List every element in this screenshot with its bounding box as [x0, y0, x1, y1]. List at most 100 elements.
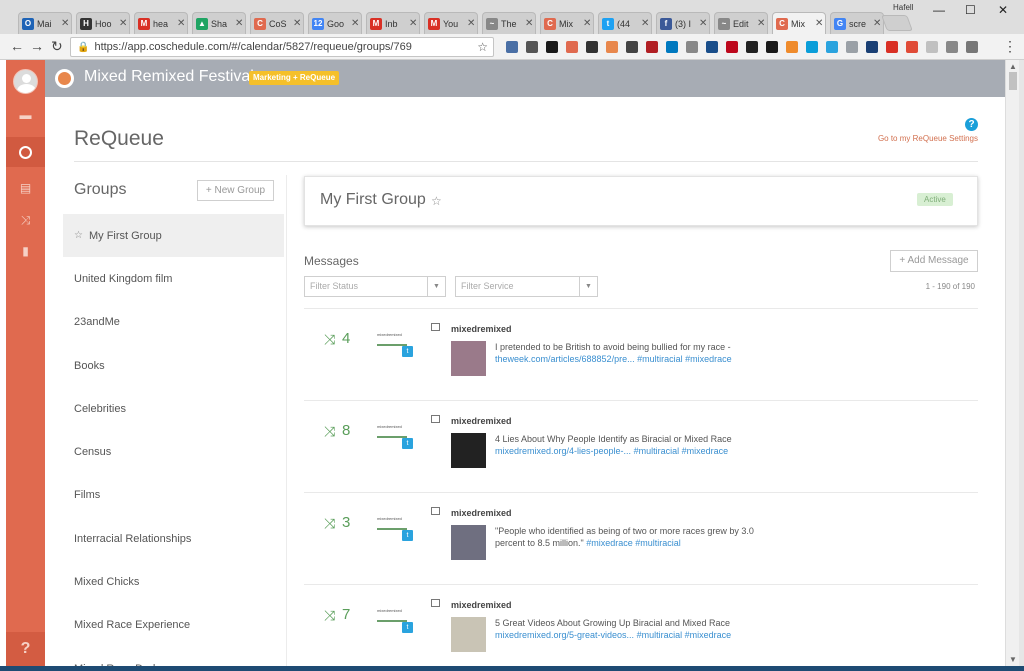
new-group-button[interactable]: + New Group [197, 180, 274, 201]
browser-tab[interactable]: f (3) I ✕ [656, 12, 710, 34]
extension-icon[interactable] [626, 41, 638, 53]
requeue-settings-link[interactable]: Go to my ReQueue Settings [878, 134, 978, 143]
extension-icon[interactable] [746, 41, 758, 53]
scroll-thumb[interactable] [1009, 72, 1017, 90]
message-row[interactable]: ⤨ 7 mixedremixed t mixedremixed 5 Great Video… [304, 584, 978, 666]
browser-tab[interactable]: Gscre ✕ [830, 12, 884, 34]
extension-icon[interactable] [846, 41, 858, 53]
page-scrollbar[interactable]: ▲ ▼ [1005, 60, 1019, 666]
browser-tab[interactable]: M Inb ✕ [366, 12, 420, 34]
extension-icon[interactable] [726, 41, 738, 53]
message-link[interactable]: mixedremixed.org/4-lies-people-... [495, 446, 631, 456]
group-list-item[interactable]: ☆ My First Group [63, 214, 284, 258]
extension-icon[interactable] [786, 41, 798, 53]
extension-icon[interactable] [906, 41, 918, 53]
message-link[interactable]: mixedremixed.org/5-great-videos... [495, 630, 634, 640]
extension-icon[interactable] [666, 41, 678, 53]
message-text[interactable]: "People who identified as being of two o… [495, 525, 755, 549]
group-list-item[interactable]: Mixed Race Experience [63, 604, 284, 647]
extension-icon[interactable] [586, 41, 598, 53]
message-hashtags[interactable]: #mixedrace #multiracial [586, 538, 681, 548]
calendar-icon[interactable] [6, 137, 45, 167]
group-list-item[interactable]: Census [63, 430, 284, 473]
tab-close-icon[interactable]: ✕ [583, 18, 593, 29]
group-name[interactable]: My First Group [320, 191, 426, 209]
tab-close-icon[interactable]: ✕ [467, 18, 477, 29]
tab-close-icon[interactable]: ✕ [641, 18, 651, 29]
profile-name[interactable]: Hafell [893, 3, 913, 12]
group-list-item[interactable]: Films [63, 474, 284, 517]
tab-close-icon[interactable]: ✕ [409, 18, 419, 29]
group-list-item[interactable]: United Kingdom film [63, 257, 284, 300]
tab-close-icon[interactable]: ✕ [61, 18, 71, 29]
help-circle-icon[interactable]: ? [965, 118, 978, 131]
extension-icon[interactable] [526, 41, 538, 53]
help-button[interactable]: ? [6, 632, 45, 666]
extension-icon[interactable] [806, 41, 818, 53]
group-list-item[interactable]: 23andMe [63, 301, 284, 344]
group-list-item[interactable]: Interracial Relationships [63, 517, 284, 560]
address-bar[interactable]: 🔒 https://app.coschedule.com/#/calendar/… [70, 37, 494, 57]
browser-tab[interactable]: C Mix ✕ [772, 12, 826, 34]
browser-tab[interactable]: ▲ Sha ✕ [192, 12, 246, 34]
tab-close-icon[interactable]: ✕ [873, 18, 883, 29]
extension-icon[interactable] [826, 41, 838, 53]
list-icon[interactable]: ▤ [6, 173, 45, 203]
browser-tab[interactable]: C CoS ✕ [250, 12, 304, 34]
status-badge[interactable]: Active [917, 193, 953, 206]
extension-icon[interactable] [546, 41, 558, 53]
message-hashtags[interactable]: #multiracial #mixedrace [634, 446, 729, 456]
browser-menu-icon[interactable]: ⋮ [1003, 39, 1017, 53]
filter-status-select[interactable]: Filter Status ▼ [304, 276, 446, 297]
reload-icon[interactable]: ↻ [51, 39, 63, 53]
browser-tab[interactable]: t (44 ✕ [598, 12, 652, 34]
message-text[interactable]: 4 Lies About Why People Identify as Bira… [495, 433, 755, 457]
browser-tab[interactable]: H Hoo ✕ [76, 12, 130, 34]
tab-close-icon[interactable]: ✕ [351, 18, 361, 29]
message-hashtags[interactable]: #multiracial #mixedrace [637, 354, 732, 364]
extension-icon[interactable] [506, 41, 518, 53]
analytics-icon[interactable]: ▮ [6, 236, 45, 266]
bookmark-star-icon[interactable]: ☆ [477, 40, 488, 54]
message-link[interactable]: theweek.com/articles/688852/pre... [495, 354, 635, 364]
star-icon[interactable]: ☆ [74, 230, 83, 241]
browser-tab[interactable]: Mhea ✕ [134, 12, 188, 34]
message-text[interactable]: 5 Great Videos About Growing Up Biracial… [495, 617, 755, 641]
group-list-item[interactable]: Mixed Chicks [63, 560, 284, 603]
tab-close-icon[interactable]: ✕ [525, 18, 535, 29]
scroll-up-icon[interactable]: ▲ [1009, 62, 1017, 71]
extension-icon[interactable] [966, 41, 978, 53]
message-hashtags[interactable]: #multiracial #mixedrace [637, 630, 732, 640]
shuffle-icon[interactable]: ⤨ [6, 205, 45, 235]
browser-tab[interactable]: 12 Goo ✕ [308, 12, 362, 34]
briefcase-icon[interactable]: ▬ [6, 100, 45, 130]
extension-icon[interactable] [566, 41, 578, 53]
message-text[interactable]: I pretended to be British to avoid being… [495, 341, 755, 365]
add-message-button[interactable]: + Add Message [890, 250, 978, 272]
tab-close-icon[interactable]: ✕ [235, 18, 245, 29]
tab-close-icon[interactable]: ✕ [757, 18, 767, 29]
group-list-item[interactable]: Celebrities [63, 387, 284, 430]
extension-icon[interactable] [886, 41, 898, 53]
extension-icon[interactable] [926, 41, 938, 53]
tab-close-icon[interactable]: ✕ [177, 18, 187, 29]
extension-icon[interactable] [766, 41, 778, 53]
extension-icon[interactable] [866, 41, 878, 53]
calendar-title[interactable]: Mixed Remixed Festival [84, 68, 254, 86]
extension-icon[interactable] [946, 41, 958, 53]
maximize-icon[interactable]: ☐ [965, 3, 976, 17]
filter-service-select[interactable]: Filter Service ▼ [455, 276, 598, 297]
tab-close-icon[interactable]: ✕ [815, 18, 825, 29]
browser-tab[interactable]: C Mix ✕ [540, 12, 594, 34]
tab-close-icon[interactable]: ✕ [293, 18, 303, 29]
browser-tab[interactable]: ~ The ✕ [482, 12, 536, 34]
extension-icon[interactable] [686, 41, 698, 53]
minimize-icon[interactable]: — [933, 3, 945, 17]
close-window-icon[interactable]: ✕ [998, 3, 1008, 17]
forward-icon[interactable]: → [30, 39, 44, 53]
avatar[interactable] [13, 69, 38, 94]
browser-tab[interactable]: ~ Edit ✕ [714, 12, 768, 34]
extension-icon[interactable] [706, 41, 718, 53]
message-row[interactable]: ⤨ 4 mixedremixed t mixedremixed I pretended t… [304, 308, 978, 400]
tab-close-icon[interactable]: ✕ [119, 18, 129, 29]
